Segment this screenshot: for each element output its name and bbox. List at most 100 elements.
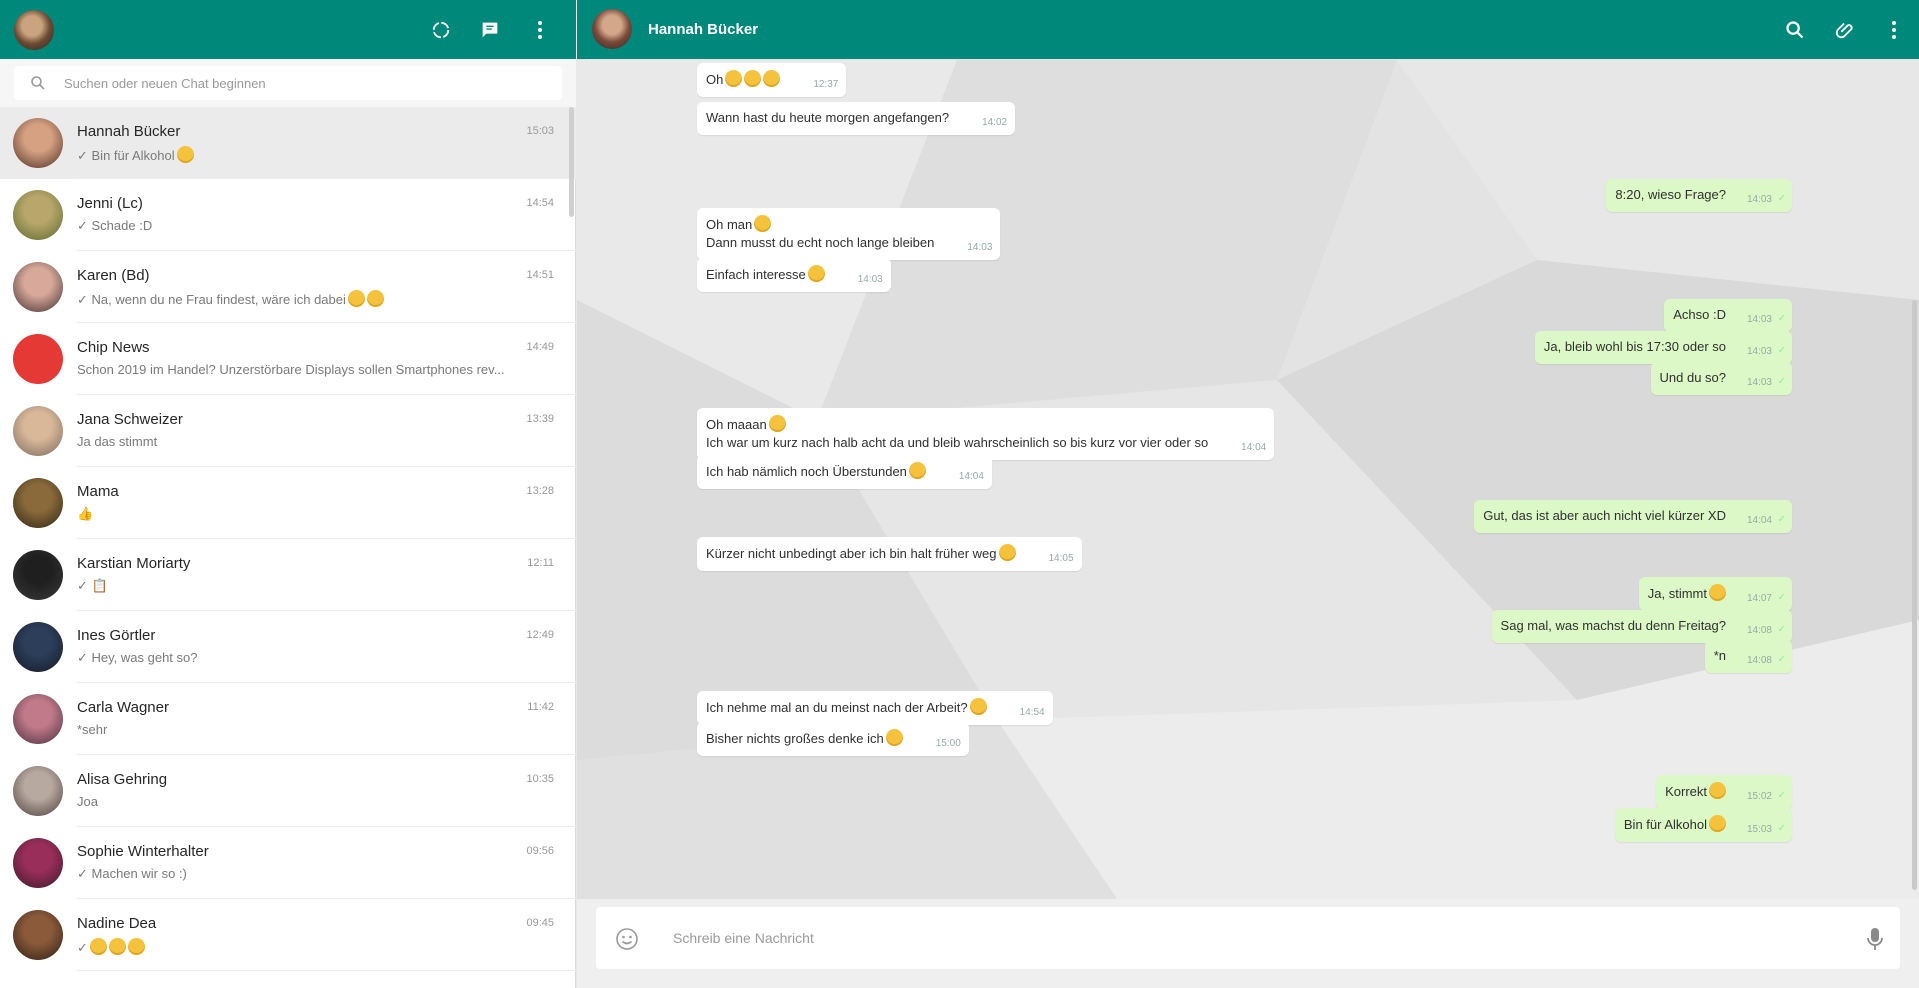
message-text: Ja, bleib wohl bis 17:30 oder so [1544, 338, 1726, 356]
message-time: 12:37 [813, 79, 839, 90]
incoming-message[interactable]: Einfach interesse 14:03 [697, 258, 891, 292]
chat-name: Hannah Bücker [77, 123, 181, 140]
message-time: 14:08 [1746, 625, 1772, 636]
chat-time: 15:03 [526, 125, 554, 137]
message-scrollbar[interactable] [1912, 300, 1917, 890]
message-text-content: Oh [706, 72, 724, 87]
menu-icon[interactable] [526, 16, 554, 44]
chat-item[interactable]: Karstian Moriarty 12:11 ✓ 📋 [0, 539, 576, 611]
chat-item[interactable]: Ines Görtler 12:49 ✓ Hey, was geht so? [0, 611, 576, 683]
chat-item[interactable]: Jenni (Lc) 14:54 ✓ Schade :D [0, 179, 576, 251]
message-time: 14:03 [967, 242, 993, 253]
contact-avatar[interactable] [592, 9, 632, 49]
emoji-icon [725, 70, 743, 87]
message-time: 14:07 [1746, 593, 1772, 604]
message-area: Oh 12:37 Wann hast du heute morgen angefan… [577, 59, 1919, 899]
chat-item[interactable]: Karen (Bd) 14:51 ✓ Na, wenn du ne Frau fin… [0, 251, 576, 323]
incoming-message[interactable]: Wann hast du heute morgen angefangen? 14:… [697, 102, 1016, 135]
check-icon: ✓ [1777, 654, 1786, 665]
outgoing-message[interactable]: Und du so? 14:03 ✓ [1650, 362, 1792, 395]
emoji-icon [108, 938, 126, 955]
chat-preview: ✓ [77, 938, 547, 956]
message-text: Sag mal, was machst du denn Freitag? [1501, 617, 1726, 635]
chat-preview: ✓ Na, wenn du ne Frau findest, wäre ich … [77, 290, 547, 308]
message-text: Bin für Alkohol [1624, 815, 1726, 834]
chat-item[interactable]: Alisa Gehring 10:35 Joa [0, 755, 576, 827]
outgoing-message[interactable]: Ja, bleib wohl bis 17:30 oder so 14:03 ✓ [1534, 331, 1792, 364]
chat-name: Mama [77, 483, 119, 500]
incoming-message[interactable]: Kürzer nicht unbedingt aber ich bin halt… [697, 537, 1082, 571]
search-icon[interactable] [1781, 16, 1809, 44]
chat-item[interactable]: Nadine Dea 09:45 ✓ [0, 899, 576, 971]
chat-time: 13:39 [526, 413, 554, 425]
message-text: 8:20, wieso Frage? [1615, 186, 1726, 204]
emoji-icon [89, 938, 107, 955]
incoming-message[interactable]: Oh maaan Ich war um kurz nach halb acht d… [697, 408, 1275, 460]
outgoing-message[interactable]: Bin für Alkohol 15:03 ✓ [1614, 808, 1792, 842]
incoming-message[interactable]: Oh man Dann musst du echt noch lange blei… [697, 208, 1001, 260]
chat-name: Jana Schweizer [77, 411, 183, 428]
emoji-icon [366, 290, 384, 307]
message-input[interactable] [673, 907, 1823, 969]
chat-preview: 👍 [77, 506, 547, 522]
contact-name[interactable]: Hannah Bücker [648, 21, 758, 38]
attach-icon[interactable] [1831, 16, 1859, 44]
incoming-message[interactable]: Ich nehme mal an du meinst nach der Arbe… [697, 691, 1053, 725]
check-icon: ✓ [1777, 790, 1786, 801]
new-chat-icon[interactable] [476, 16, 504, 44]
incoming-message[interactable]: Bisher nichts großes denke ich 15:00 [697, 722, 969, 756]
chat-avatar [13, 262, 63, 312]
outgoing-message[interactable]: Achso :D 14:03 ✓ [1664, 299, 1792, 332]
chat-item[interactable]: Jana Schweizer 13:39 Ja das stimmt [0, 395, 576, 467]
message-time: 15:03 [1746, 824, 1772, 835]
composer [577, 899, 1919, 988]
message-text: Einfach interesse [706, 265, 825, 284]
chat-preview-text: Ja das stimmt [77, 434, 158, 449]
outgoing-message[interactable]: *n 14:08 ✓ [1704, 640, 1792, 673]
status-icon[interactable] [427, 16, 455, 44]
menu-icon[interactable] [1880, 16, 1908, 44]
chat-item[interactable]: Chip News 14:49 Schon 2019 im Handel? Unze… [0, 323, 576, 395]
chat-avatar [13, 334, 63, 384]
emoji-icon [763, 70, 781, 87]
chat-item[interactable]: Carla Wagner 11:42 *sehr [0, 683, 576, 755]
chat-name: Jenni (Lc) [77, 195, 143, 212]
incoming-message[interactable]: Oh 12:37 [697, 63, 847, 97]
message-text-content: Achso :D [1673, 307, 1726, 322]
conversation-header: Hannah Bücker [577, 0, 1919, 59]
incoming-message[interactable]: Ich hab nämlich noch Überstunden 14:04 [697, 455, 992, 489]
outgoing-message[interactable]: 8:20, wieso Frage? 14:03 ✓ [1606, 179, 1792, 212]
message-text: Wann hast du heute morgen angefangen? [706, 109, 949, 127]
chat-preview: ✓ Hey, was geht so? [77, 650, 547, 666]
outgoing-message[interactable]: Korrekt 15:02 ✓ [1656, 775, 1792, 809]
emoji-icon [1709, 782, 1726, 799]
emoji-icon [176, 146, 194, 163]
outgoing-message[interactable]: Ja, stimmt 14:07 ✓ [1638, 577, 1792, 611]
message-text: Achso :D [1673, 306, 1726, 324]
my-avatar[interactable] [14, 10, 54, 50]
outgoing-message[interactable]: Sag mal, was machst du denn Freitag? 14:0… [1491, 610, 1792, 643]
chat-item[interactable]: Mama 13:28 👍 [0, 467, 576, 539]
message-time: 14:03 [1746, 194, 1772, 205]
outgoing-message[interactable]: Gut, das ist aber auch nicht viel kürzer… [1474, 500, 1792, 533]
message-text: Gut, das ist aber auch nicht viel kürzer… [1483, 507, 1726, 525]
message-time: 14:04 [1746, 515, 1772, 526]
search-bar [0, 59, 576, 107]
search-input[interactable] [64, 66, 544, 100]
chat-preview: ✓ Bin für Alkohol [77, 146, 547, 164]
emoji-icon [754, 215, 772, 232]
whatsapp-web-app: Hannah Bücker 15:03 ✓ Bin für Alkohol Jenni… [0, 0, 1919, 988]
emoji-icon [744, 70, 762, 87]
chat-list-scrollbar[interactable] [569, 107, 574, 217]
message-time: 15:00 [935, 738, 961, 749]
chat-name: Karen (Bd) [77, 267, 150, 284]
message-text-content: Kürzer nicht unbedingt aber ich bin halt… [706, 546, 997, 561]
chat-item[interactable]: Sophie Winterhalter 09:56 ✓ Machen wir so … [0, 827, 576, 899]
chat-preview: Schon 2019 im Handel? Unzerstörbare Disp… [77, 362, 547, 377]
emoji-icon[interactable] [615, 927, 639, 951]
chat-item[interactable]: Hannah Bücker 15:03 ✓ Bin für Alkohol [0, 107, 576, 179]
chat-name: Nadine Dea [77, 915, 157, 932]
microphone-icon[interactable] [1866, 926, 1884, 952]
message-time: 14:05 [1048, 553, 1074, 564]
message-text: Oh maaan [706, 415, 1208, 434]
